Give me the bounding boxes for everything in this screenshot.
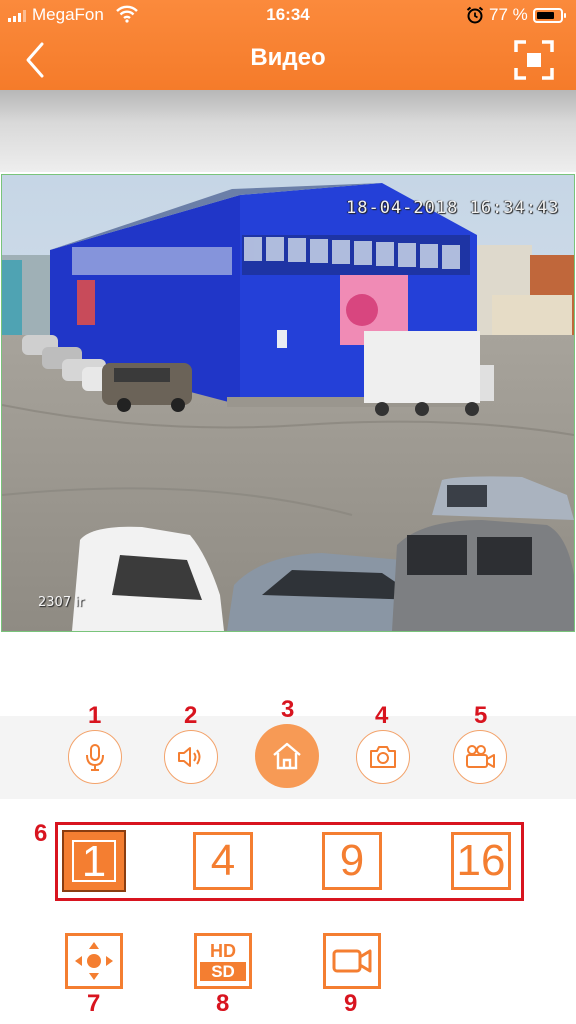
hd-label: HD xyxy=(210,940,236,961)
fullscreen-icon[interactable] xyxy=(514,40,554,80)
layout-4-button[interactable]: 4 xyxy=(193,832,253,890)
sd-label: SD xyxy=(200,961,246,981)
camera-image xyxy=(2,175,574,631)
layout-1-button[interactable]: 1 xyxy=(64,832,124,890)
label-4: 4 xyxy=(375,702,389,729)
battery-icon xyxy=(533,8,566,23)
label-3: 3 xyxy=(281,696,295,723)
label-5: 5 xyxy=(474,702,488,729)
home-icon xyxy=(273,742,301,770)
microphone-icon xyxy=(86,744,104,771)
header-bar: MegaFon 16:34 77 % Видео xyxy=(0,0,576,90)
ptz-direction-icon xyxy=(75,942,113,980)
layout-9-button[interactable]: 9 xyxy=(322,832,382,890)
status-bar: MegaFon 16:34 77 % xyxy=(0,0,576,32)
label-1: 1 xyxy=(88,702,102,729)
battery-percent: 77 % xyxy=(489,5,528,24)
label-9: 9 xyxy=(344,990,358,1017)
layout-16-button[interactable]: 16 xyxy=(451,832,511,890)
label-2: 2 xyxy=(184,702,198,729)
page-title: Видео xyxy=(250,44,326,71)
label-8: 8 xyxy=(216,990,230,1017)
hd-sd-button[interactable]: HD SD xyxy=(194,933,252,989)
video-timestamp: 18-04-2018 16:34:43 xyxy=(346,198,560,218)
speaker-icon xyxy=(178,747,201,767)
chevron-left-icon[interactable] xyxy=(22,40,52,80)
camera-tag: 2307 ir xyxy=(38,595,85,610)
record-button[interactable] xyxy=(453,730,507,784)
video-record-button[interactable] xyxy=(323,933,381,989)
speaker-button[interactable] xyxy=(164,730,218,784)
video-camera-icon xyxy=(466,745,495,768)
layout-1-label: 1 xyxy=(72,840,116,884)
record-video-icon xyxy=(332,949,372,973)
ptz-button[interactable] xyxy=(65,933,123,989)
microphone-button[interactable] xyxy=(68,730,122,784)
alarm-clock-icon xyxy=(466,6,484,24)
label-6: 6 xyxy=(34,820,48,847)
video-toolbar-spacer xyxy=(0,90,576,172)
video-feed[interactable] xyxy=(1,174,575,632)
camera-icon xyxy=(370,746,396,768)
snapshot-button[interactable] xyxy=(356,730,410,784)
label-7: 7 xyxy=(87,990,101,1017)
home-button[interactable] xyxy=(255,724,319,788)
